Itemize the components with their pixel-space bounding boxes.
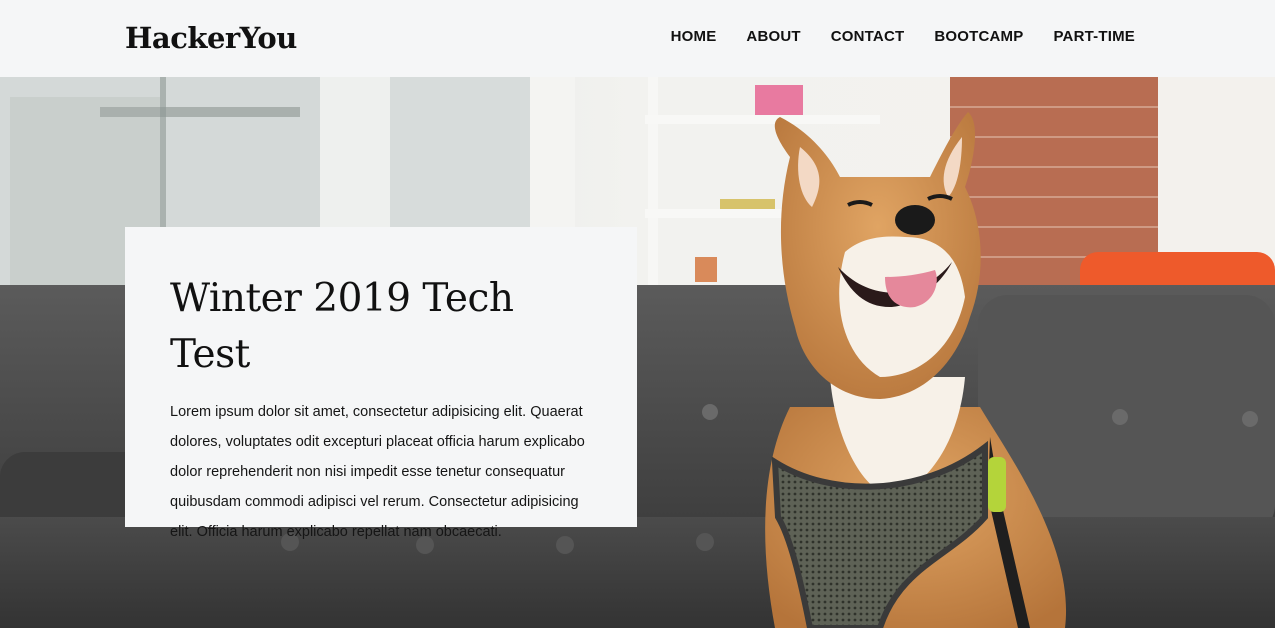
hero-card: Winter 2019 Tech Test Lorem ipsum dolor … bbox=[125, 227, 637, 540]
nav-about-link[interactable]: ABOUT bbox=[746, 26, 800, 48]
hero-title: Winter 2019 Tech Test bbox=[170, 276, 514, 377]
hero-body-text: Lorem ipsum dolor sit amet, consectetur … bbox=[170, 404, 585, 540]
site-header: HackerYou HOME ABOUT CONTACT BOOTCAMP PA… bbox=[0, 0, 1275, 77]
nav-home-link[interactable]: HOME bbox=[671, 26, 717, 48]
nav-bootcamp-link[interactable]: BOOTCAMP bbox=[934, 26, 1023, 48]
nav-contact-link[interactable]: CONTACT bbox=[831, 26, 905, 48]
nav-part-time-link[interactable]: PART-TIME bbox=[1053, 26, 1135, 48]
site-logo[interactable]: HackerYou bbox=[125, 18, 297, 58]
main-nav: HOME ABOUT CONTACT BOOTCAMP PART-TIME bbox=[671, 26, 1135, 48]
